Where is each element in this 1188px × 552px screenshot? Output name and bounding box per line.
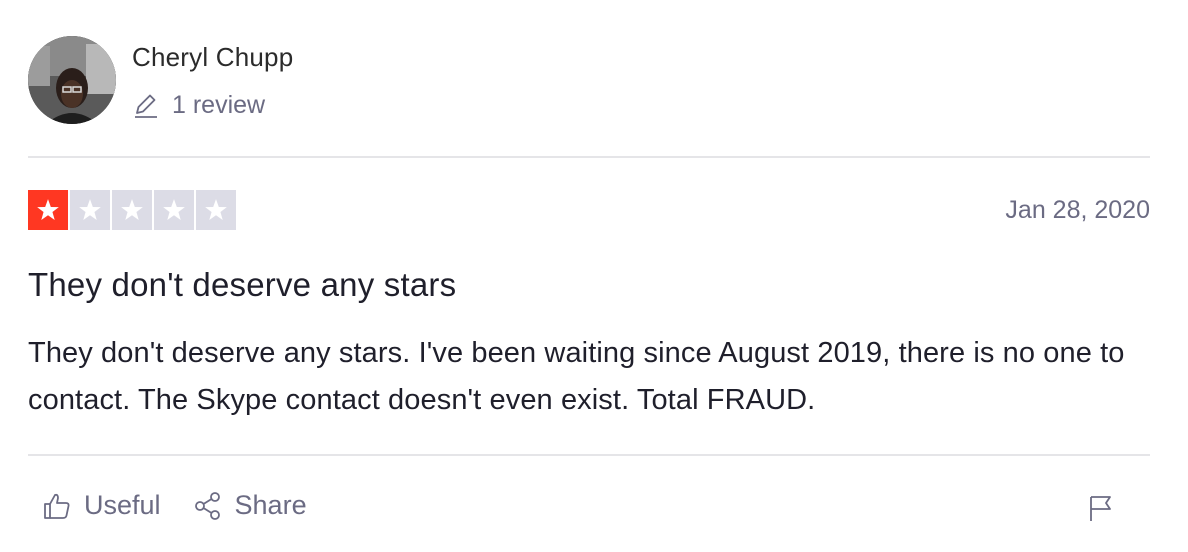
share-icon bbox=[194, 491, 220, 520]
star-2 bbox=[70, 190, 110, 230]
review-actions: Useful Share bbox=[42, 490, 307, 521]
share-label: Share bbox=[234, 490, 307, 520]
star-icon bbox=[121, 199, 143, 220]
thumbs-up-icon bbox=[44, 493, 70, 519]
divider bbox=[28, 454, 1150, 456]
review-card: Cheryl Chupp 1 review Jan 28, 2020 They … bbox=[28, 0, 1150, 552]
review-body: They don't deserve any stars. I've been … bbox=[28, 337, 1125, 416]
pencil-icon bbox=[135, 94, 157, 118]
review-count-label: 1 review bbox=[172, 90, 266, 119]
divider bbox=[28, 156, 1150, 158]
reviewer-header: Cheryl Chupp 1 review bbox=[28, 36, 1150, 126]
star-3 bbox=[112, 190, 152, 230]
share-button[interactable]: Share bbox=[193, 490, 307, 521]
star-5 bbox=[196, 190, 236, 230]
avatar[interactable] bbox=[28, 36, 116, 124]
review-date: Jan 28, 2020 bbox=[1005, 196, 1150, 224]
review-count: 1 review bbox=[132, 90, 265, 120]
avatar-image bbox=[28, 36, 116, 124]
flag-icon[interactable] bbox=[1088, 494, 1114, 522]
useful-button[interactable]: Useful bbox=[42, 490, 161, 521]
review-title[interactable]: They don't deserve any stars bbox=[28, 266, 456, 304]
reviewer-name[interactable]: Cheryl Chupp bbox=[132, 42, 293, 73]
star-4 bbox=[154, 190, 194, 230]
star-icon bbox=[163, 199, 185, 220]
useful-label: Useful bbox=[84, 490, 161, 520]
star-icon bbox=[79, 199, 101, 220]
star-icon bbox=[205, 199, 227, 220]
star-icon bbox=[37, 199, 59, 220]
star-rating bbox=[28, 190, 236, 230]
star-1 bbox=[28, 190, 68, 230]
